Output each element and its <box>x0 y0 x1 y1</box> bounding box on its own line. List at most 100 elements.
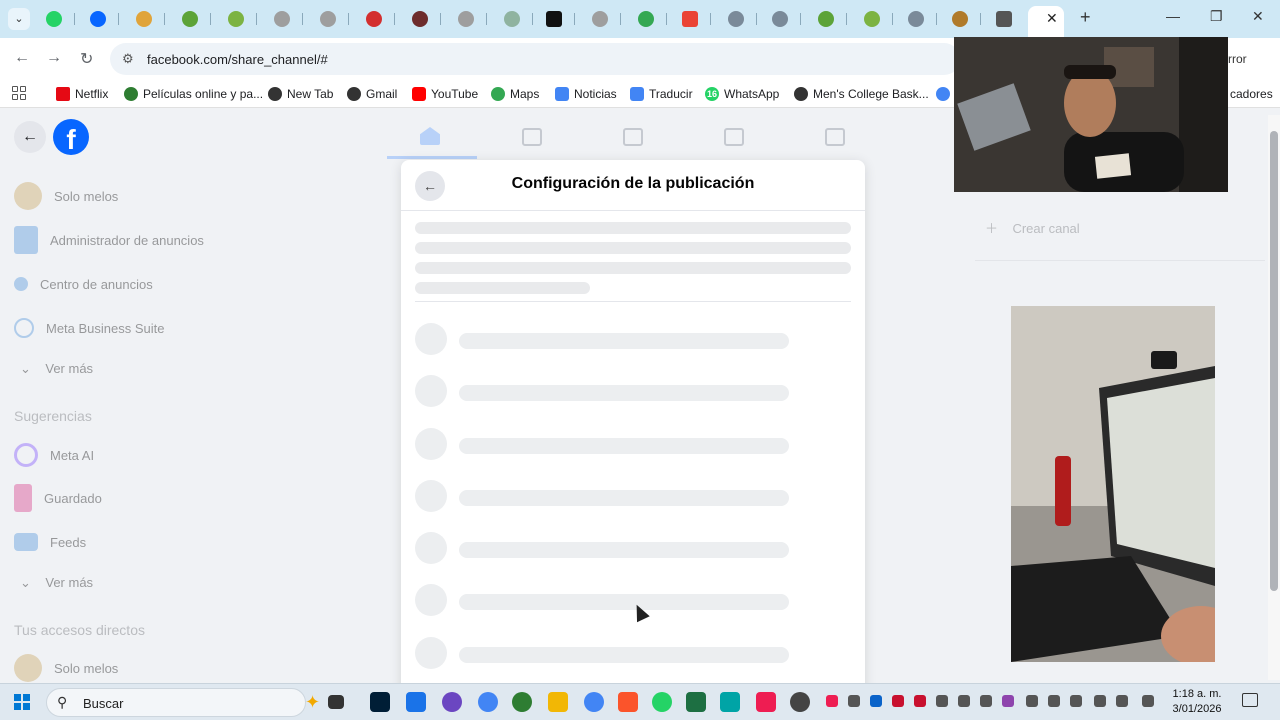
bookmark-traducir[interactable]: Traducir <box>630 85 693 103</box>
apps-grid-icon[interactable] <box>12 86 26 100</box>
page-scrollbar[interactable] <box>1268 115 1280 680</box>
browser-tab[interactable] <box>676 6 712 32</box>
browser-tab[interactable] <box>632 6 668 32</box>
sidebar-item-feeds[interactable]: Feeds <box>14 527 86 557</box>
reload-icon[interactable]: ↻ <box>80 49 93 69</box>
sidebar-item-meta-business[interactable]: Meta Business Suite <box>14 313 165 343</box>
tray-icon[interactable] <box>826 695 838 707</box>
see-more-link[interactable]: ⌄ Ver más <box>20 575 93 591</box>
tray-icon[interactable] <box>1048 695 1060 707</box>
site-info-icon[interactable]: ⚙ <box>122 51 134 67</box>
tab-search-button[interactable]: ⌄ <box>8 8 30 30</box>
browser-tab[interactable] <box>406 6 442 32</box>
back-icon[interactable]: ← <box>14 49 30 67</box>
see-more-link[interactable]: ⌄ Ver más <box>20 361 93 377</box>
tray-icon[interactable] <box>936 695 948 707</box>
app-icon[interactable] <box>720 692 740 712</box>
pages-flag-icon[interactable] <box>522 128 542 146</box>
globe-icon <box>794 87 808 101</box>
browser-tab[interactable] <box>990 6 1026 32</box>
tray-icon[interactable] <box>980 695 992 707</box>
tray-icon[interactable] <box>1002 695 1014 707</box>
app-icon[interactable] <box>512 692 532 712</box>
microphone-icon[interactable] <box>1094 695 1106 707</box>
whatsapp-icon[interactable] <box>652 692 672 712</box>
browser-tab[interactable] <box>498 6 534 32</box>
minimize-button[interactable]: — <box>1166 8 1180 24</box>
browser-tab[interactable] <box>586 6 622 32</box>
browser-tab[interactable] <box>40 6 76 32</box>
shortcut-solo-melos[interactable]: Solo melos <box>14 653 118 683</box>
browser-tab[interactable] <box>314 6 350 32</box>
restore-button[interactable]: ❐ <box>1210 8 1223 25</box>
chrome-icon[interactable] <box>478 692 498 712</box>
onedrive-icon[interactable] <box>1026 695 1038 707</box>
browser-tab[interactable] <box>268 6 304 32</box>
network-icon[interactable] <box>1070 695 1082 707</box>
browser-tab[interactable] <box>858 6 894 32</box>
tiktok-icon[interactable] <box>756 692 776 712</box>
sidebar-item-meta-ai[interactable]: Meta AI <box>14 440 94 470</box>
megaphone-icon[interactable] <box>724 128 744 146</box>
taskbar-search[interactable]: ⚲ Buscar ✦ <box>46 688 320 717</box>
bluetooth-icon[interactable] <box>870 695 882 707</box>
browser-tab[interactable] <box>130 6 166 32</box>
volume-icon[interactable] <box>1116 695 1128 707</box>
bookmark-netflix[interactable]: Netflix <box>56 85 108 103</box>
bookmark-mens-college[interactable]: Men's College Bask... <box>794 85 929 103</box>
browser-tab[interactable] <box>812 6 848 32</box>
excel-icon[interactable] <box>686 692 706 712</box>
browser-tab[interactable] <box>222 6 258 32</box>
browser-tab[interactable] <box>176 6 212 32</box>
pen-icon[interactable] <box>1142 695 1154 707</box>
fb-back-button[interactable]: ← <box>14 121 46 153</box>
tray-icon[interactable] <box>892 695 904 707</box>
tray-icon[interactable] <box>914 695 926 707</box>
create-channel-button[interactable]: ＋ Crear canal <box>985 218 1080 237</box>
tray-icon[interactable] <box>848 695 860 707</box>
windows-start-icon[interactable] <box>14 694 30 710</box>
sidebar-item-saved[interactable]: Guardado <box>14 483 102 513</box>
close-window-button[interactable]: ✕ <box>1252 8 1264 25</box>
browser-tab[interactable] <box>360 6 396 32</box>
browser-tab[interactable] <box>540 6 576 32</box>
sidebar-item-ads-manager[interactable]: Administrador de anuncios <box>14 225 204 255</box>
sidebar-item-ads-center[interactable]: Centro de anuncios <box>14 269 153 299</box>
scrollbar-thumb[interactable] <box>1270 131 1278 591</box>
brave-icon[interactable] <box>618 692 638 712</box>
browser-tab[interactable] <box>766 6 802 32</box>
browser-tab[interactable] <box>84 6 120 32</box>
sidebar-item-solo-melos[interactable]: Solo melos <box>14 181 118 211</box>
close-tab-icon[interactable]: ✕ <box>1046 10 1058 27</box>
app-icon[interactable] <box>442 692 462 712</box>
bookmark-gmail[interactable]: Gmail <box>347 85 397 103</box>
video-icon[interactable] <box>825 128 845 146</box>
browser-tab[interactable] <box>722 6 758 32</box>
browser-tab[interactable] <box>946 6 982 32</box>
file-explorer-icon[interactable] <box>548 692 568 712</box>
bookmark-peliculas[interactable]: Películas online y pa... <box>124 85 263 103</box>
forward-icon[interactable]: → <box>46 49 62 67</box>
browser-tab[interactable] <box>452 6 488 32</box>
bookmark-maps[interactable]: Maps <box>491 85 539 103</box>
url-bar[interactable]: ⚙ facebook.com/share_channel/# <box>110 43 960 75</box>
tray-icon[interactable] <box>958 695 970 707</box>
taskbar-clock[interactable]: 1:18 a. m. 3/01/2026 <box>1166 687 1228 717</box>
insights-icon[interactable] <box>623 128 643 146</box>
app-icon[interactable] <box>790 692 810 712</box>
bookmark-google[interactable] <box>936 85 950 103</box>
chrome-icon[interactable] <box>584 692 604 712</box>
home-icon[interactable] <box>420 127 440 145</box>
photoshop-icon[interactable] <box>370 692 390 712</box>
browser-tab[interactable] <box>902 6 938 32</box>
app-icon[interactable] <box>406 692 426 712</box>
notifications-icon[interactable] <box>1242 693 1258 707</box>
facebook-logo-icon[interactable]: f <box>53 119 89 155</box>
bookmark-noticias[interactable]: Noticias <box>555 85 617 103</box>
new-tab-button[interactable]: + <box>1080 7 1091 28</box>
bookmark-whatsapp[interactable]: 16 WhatsApp <box>705 85 779 103</box>
bookmark-youtube[interactable]: YouTube <box>412 85 478 103</box>
bookmark-new-tab[interactable]: New Tab <box>268 85 333 103</box>
task-view-icon[interactable] <box>328 695 344 709</box>
bookmark-marcadores[interactable]: cadores <box>1230 85 1273 103</box>
